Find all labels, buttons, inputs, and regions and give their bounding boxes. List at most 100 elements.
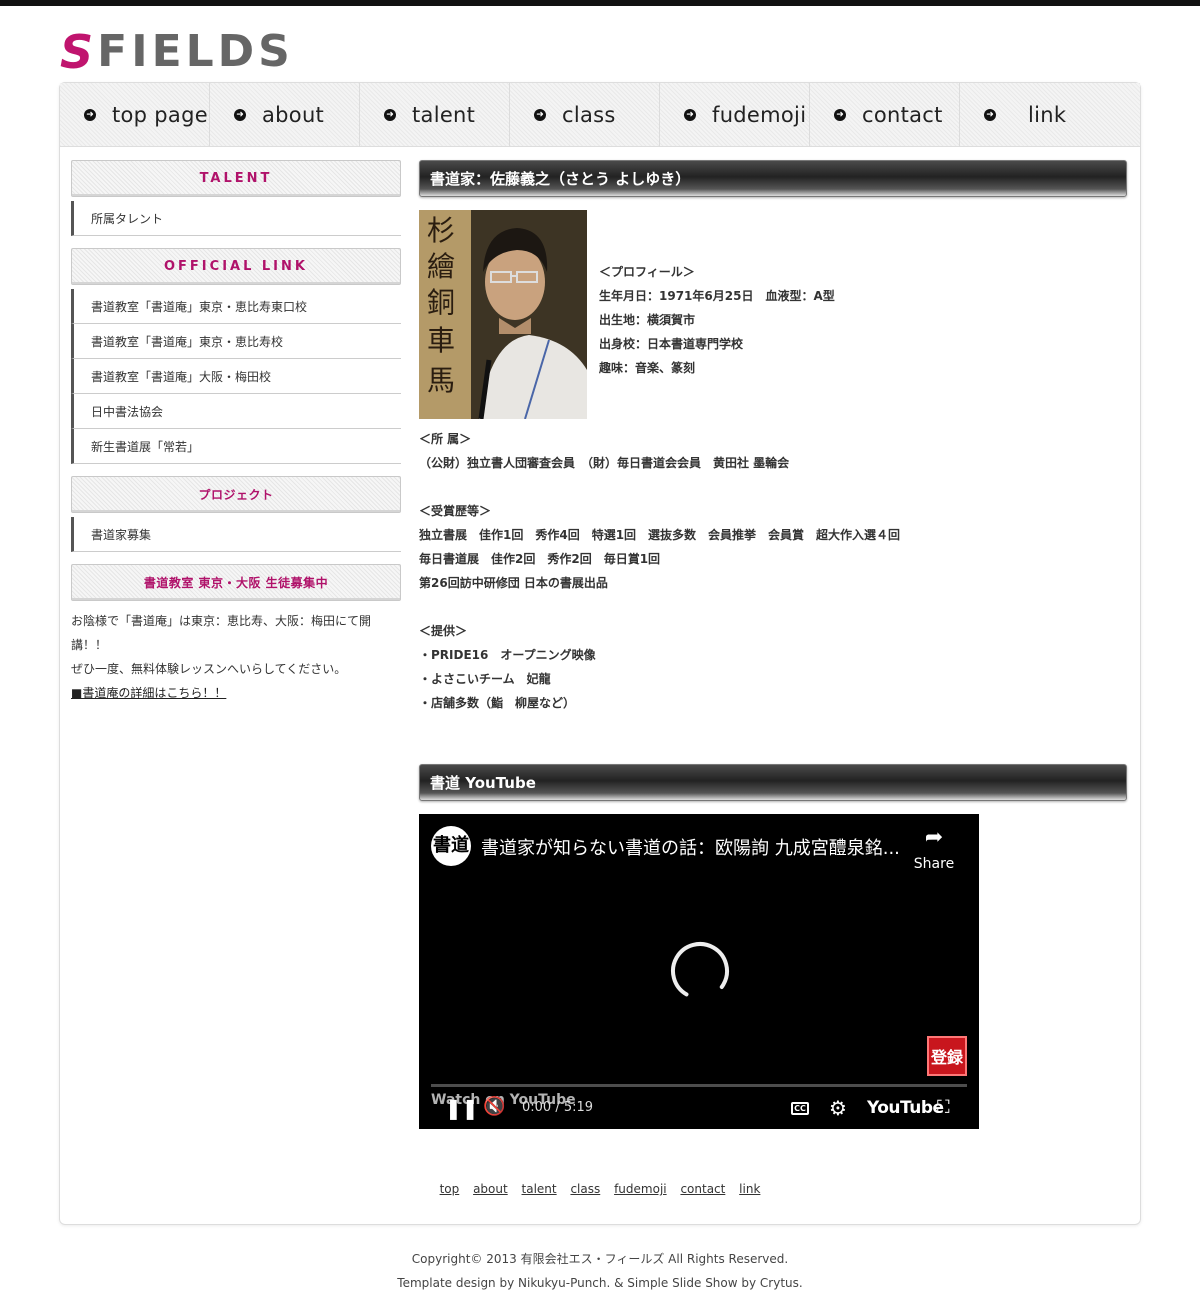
nav-label: contact bbox=[862, 103, 943, 127]
youtube-logo[interactable]: YouTube bbox=[867, 1098, 944, 1118]
arrow-right-icon: ➜ bbox=[834, 109, 846, 121]
channel-avatar[interactable]: 書道 bbox=[431, 826, 471, 866]
sidebar: TALENT 所属タレント OFFICIAL LINK 書道教室「書道庵」東京・… bbox=[71, 160, 401, 705]
time-display: 0:00 / 5:19 bbox=[522, 1100, 594, 1115]
sidebar-heading-official-link: OFFICIAL LINK bbox=[71, 248, 401, 285]
footer-link-fudemoji[interactable]: fudemoji bbox=[614, 1182, 667, 1196]
school-details-link[interactable]: ■書道庵の詳細はこちら！！ bbox=[71, 686, 226, 700]
provided-line: ・PRIDE16 オープニング映像 bbox=[419, 648, 596, 662]
talent-list: 所属タレント bbox=[71, 201, 401, 236]
captions-icon[interactable]: CC bbox=[791, 1102, 809, 1115]
nav-label: class bbox=[562, 103, 616, 127]
school-text: 講！！ bbox=[71, 638, 108, 652]
sidebar-item-official-link[interactable]: 書道教室「書道庵」大阪・梅田校 bbox=[71, 359, 401, 394]
sidebar-item-official-link[interactable]: 書道教室「書道庵」東京・恵比寿校 bbox=[71, 324, 401, 359]
logo-text: FIELDS bbox=[97, 26, 294, 77]
site-logo[interactable]: S FIELDS bbox=[60, 25, 294, 79]
player-controls: ❚❚ 🔇 0:00 / 5:19 CC ⚙ YouTube ⛶ bbox=[419, 1094, 979, 1124]
award-line: 第26回訪中研修団 日本の書展出品 bbox=[419, 576, 608, 590]
svg-text:繪: 繪 bbox=[427, 250, 455, 283]
nav-item-talent[interactable]: ➜ talent bbox=[360, 83, 510, 147]
nav-label: top page bbox=[112, 103, 208, 127]
nav-item-class[interactable]: ➜ class bbox=[510, 83, 660, 147]
pause-icon[interactable]: ❚❚ bbox=[445, 1096, 479, 1120]
school-text: ぜひ一度、無料体験レッスンへいらしてください。 bbox=[71, 662, 347, 676]
sidebar-item-official-link[interactable]: 日中書法協会 bbox=[71, 394, 401, 429]
arrow-right-icon: ➜ bbox=[234, 109, 246, 121]
nav-item-contact[interactable]: ➜ contact bbox=[810, 83, 960, 147]
video-title[interactable]: 書道家が知らない書道の話：欧陽詢 九成宮醴泉銘... bbox=[481, 834, 900, 860]
arrow-right-icon: ➜ bbox=[384, 109, 396, 121]
nav-label: talent bbox=[412, 103, 476, 127]
affiliation-section: ＜所 属＞ （公財）独立書人団審査会員 （財）毎日書道会会員 黄田社 墨輪会 ＜… bbox=[419, 427, 1127, 715]
nav-item-fudemoji[interactable]: ➜ fudemoji bbox=[660, 83, 810, 147]
nav-item-link[interactable]: ➜ link bbox=[960, 83, 1110, 147]
progress-bar[interactable] bbox=[431, 1084, 967, 1087]
official-link-list: 書道教室「書道庵」東京・恵比寿東口校 書道教室「書道庵」東京・恵比寿校 書道教室… bbox=[71, 289, 401, 464]
awards-title: ＜受賞歴等＞ bbox=[419, 504, 492, 518]
credit-line: Template design by Nikukyu-Punch. & Simp… bbox=[397, 1276, 803, 1290]
arrow-right-icon: ➜ bbox=[984, 109, 996, 121]
svg-text:馬: 馬 bbox=[427, 364, 455, 397]
portrait-image: 杉 繪 銅 車 馬 bbox=[419, 210, 587, 419]
youtube-heading: 書道 YouTube bbox=[419, 764, 1127, 801]
sidebar-item-project[interactable]: 書道家募集 bbox=[71, 517, 401, 552]
main-nav: ➜ top page ➜ about ➜ talent ➜ class ➜ fudemoj… bbox=[60, 83, 1140, 147]
nav-item-about[interactable]: ➜ about bbox=[210, 83, 360, 147]
profile-photo: 杉 繪 銅 車 馬 bbox=[419, 210, 587, 419]
youtube-player[interactable]: 書道 書道家が知らない書道の話：欧陽詢 九成宮醴泉銘... ➦ Share 登録… bbox=[419, 814, 979, 1129]
nav-item-top-page[interactable]: ➜ top page bbox=[60, 83, 210, 147]
affiliation-title: ＜所 属＞ bbox=[419, 432, 472, 446]
share-icon: ➦ bbox=[924, 825, 944, 850]
sidebar-item-official-link[interactable]: 書道教室「書道庵」東京・恵比寿東口校 bbox=[71, 289, 401, 324]
page-title: 書道家：佐藤義之（さとう よしゆき） bbox=[419, 160, 1127, 197]
profile-details: ＜プロフィール＞ 生年月日：1971年6月25日 血液型：A型 出生地：横須賀市… bbox=[599, 260, 835, 380]
sidebar-heading-project: プロジェクト bbox=[71, 476, 401, 513]
gear-icon[interactable]: ⚙ bbox=[829, 1096, 847, 1120]
svg-text:杉: 杉 bbox=[427, 214, 455, 247]
svg-text:銅: 銅 bbox=[427, 286, 455, 319]
award-line: 毎日書道展 佳作2回 秀作2回 毎日賞1回 bbox=[419, 552, 661, 566]
footer-link-link[interactable]: link bbox=[739, 1182, 760, 1196]
profile-birthplace: 出生地：横須賀市 bbox=[599, 313, 696, 327]
profile-school: 出身校：日本書道専門学校 bbox=[599, 337, 744, 351]
sidebar-item-talent[interactable]: 所属タレント bbox=[71, 201, 401, 236]
sidebar-heading-talent: TALENT bbox=[71, 160, 401, 197]
loading-spinner-icon bbox=[671, 942, 729, 1000]
nav-label: fudemoji bbox=[712, 103, 807, 127]
affiliation-text: （公財）独立書人団審査会員 （財）毎日書道会会員 黄田社 墨輪会 bbox=[419, 456, 790, 470]
mute-icon[interactable]: 🔇 bbox=[483, 1096, 505, 1117]
profile-section: 杉 繪 銅 車 馬 ＜プロフィール＞ 生年月日：1971年6月25日 血液型：A… bbox=[419, 210, 1127, 420]
main-content: 書道家：佐藤義之（さとう よしゆき） 杉 繪 銅 車 馬 ＜プロフィール＞ 生年… bbox=[419, 160, 1127, 801]
profile-title: ＜プロフィール＞ bbox=[599, 265, 695, 279]
provided-line: ・よさこいチーム 妃龍 bbox=[419, 672, 551, 686]
nav-label: link bbox=[1028, 103, 1067, 127]
footer-link-contact[interactable]: contact bbox=[680, 1182, 725, 1196]
sidebar-heading-school: 書道教室 東京・大阪 生徒募集中 bbox=[71, 564, 401, 601]
footer-link-talent[interactable]: talent bbox=[522, 1182, 557, 1196]
share-label: Share bbox=[913, 856, 955, 872]
share-button[interactable]: ➦ Share bbox=[909, 825, 959, 873]
copyright: Copyright© 2013 有限会社エス・フィールズ All Rights … bbox=[0, 1247, 1200, 1295]
subscribe-badge[interactable]: 登録 bbox=[927, 1036, 967, 1076]
arrow-right-icon: ➜ bbox=[684, 109, 696, 121]
logo-s-mark: S bbox=[60, 25, 93, 79]
provided-line: ・店舗多数（鮨 柳屋など） bbox=[419, 696, 576, 710]
footer-nav: top about talent class fudemoji contact … bbox=[0, 1182, 1200, 1196]
nav-label: about bbox=[262, 103, 325, 127]
copyright-line: Copyright© 2013 有限会社エス・フィールズ All Rights … bbox=[411, 1252, 789, 1266]
footer-link-class[interactable]: class bbox=[570, 1182, 600, 1196]
footer-link-top[interactable]: top bbox=[440, 1182, 460, 1196]
award-line: 独立書展 佳作1回 秀作4回 特選1回 選抜多数 会員推挙 会員賞 超大作入選４… bbox=[419, 528, 901, 542]
footer-link-about[interactable]: about bbox=[473, 1182, 508, 1196]
fullscreen-icon[interactable]: ⛶ bbox=[937, 1097, 950, 1118]
project-list: 書道家募集 bbox=[71, 517, 401, 552]
sidebar-item-official-link[interactable]: 新生書道展「常若」 bbox=[71, 429, 401, 464]
arrow-right-icon: ➜ bbox=[84, 109, 96, 121]
school-note: お陰様で「書道庵」は東京：恵比寿、大阪：梅田にて開 講！！ ぜひ一度、無料体験レ… bbox=[71, 609, 401, 705]
provided-title: ＜提供＞ bbox=[419, 624, 468, 638]
school-text: お陰様で「書道庵」は東京：恵比寿、大阪：梅田にて開 bbox=[71, 614, 372, 628]
top-bar bbox=[0, 0, 1200, 6]
profile-birth: 生年月日：1971年6月25日 血液型：A型 bbox=[599, 289, 835, 303]
arrow-right-icon: ➜ bbox=[534, 109, 546, 121]
